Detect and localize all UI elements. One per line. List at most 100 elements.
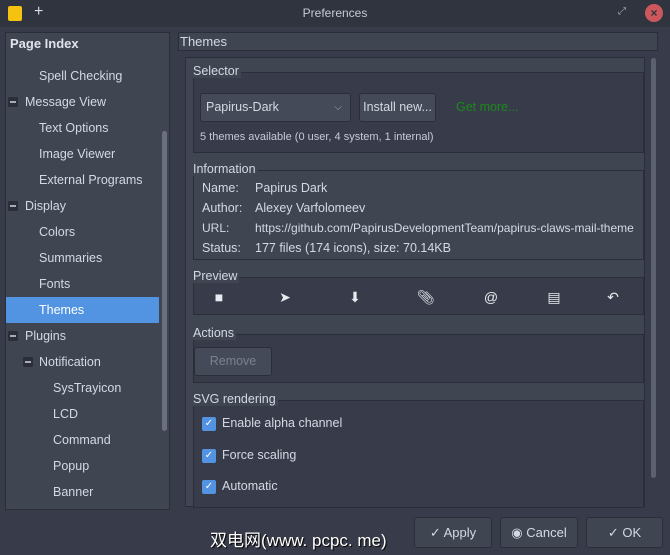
information-frame: Name: Papirus Dark Author: Alexey Varfolom… (193, 170, 644, 260)
info-value: Papirus Dark (255, 181, 328, 195)
tree-item-fonts[interactable]: Fonts (6, 271, 159, 297)
info-name: Name: Papirus Dark (202, 181, 327, 195)
tree-item-systrayicon[interactable]: SysTrayicon (6, 375, 159, 401)
folder-icon: ■ (214, 289, 224, 305)
page-title: Themes (178, 32, 658, 51)
theme-dropdown[interactable]: Papirus-Dark ⌵ (200, 93, 351, 122)
information-label: Information (193, 162, 258, 176)
svg-rendering-label: SVG rendering (193, 392, 278, 406)
collapse-icon[interactable] (8, 201, 18, 211)
tree-item-label: Plugins (25, 329, 66, 343)
tree-item-label: Banner (53, 485, 94, 499)
actions-frame: Remove (193, 334, 644, 383)
info-key: Name: (202, 181, 239, 195)
collapse-icon[interactable] (8, 97, 18, 107)
tree-item-summaries[interactable]: Summaries (6, 245, 159, 271)
tree-item-label: Message View (25, 95, 107, 109)
tree-item-label: Summaries (39, 251, 103, 265)
actions-label: Actions (193, 326, 236, 340)
page-index-heading: Page Index (10, 36, 79, 51)
page-index-tree[interactable]: Page Index Spell Checking Message View Tex… (5, 32, 170, 525)
collapse-icon[interactable] (23, 357, 33, 367)
info-key: URL: (202, 221, 230, 235)
tree-item-image-viewer[interactable]: Image Viewer (6, 141, 159, 167)
tree-item-label: Notification (39, 355, 101, 369)
tree-item-external-programs[interactable]: External Programs (6, 167, 159, 193)
tree-item-label: SysTrayicon (53, 381, 122, 395)
tree-item-spell-checking[interactable]: Spell Checking (6, 63, 159, 89)
info-value: 177 files (174 icons), size: 70.14KB (255, 241, 451, 255)
check-icon: ✓ (429, 525, 444, 540)
info-key: Status: (202, 241, 241, 255)
inbox-download-icon: ⬇ (349, 289, 361, 305)
chevron-down-icon: ⌵ (334, 102, 342, 113)
tree-item-plugins[interactable]: Plugins (6, 323, 159, 349)
svg-rendering-frame: ✓ Enable alpha channel ✓ Force scaling ✓… (193, 400, 644, 508)
cancel-label: Cancel (526, 525, 567, 540)
cancel-button[interactable]: ◉ Cancel (500, 517, 578, 548)
tree-item-themes[interactable]: Themes (6, 297, 159, 323)
force-scaling-label[interactable]: Force scaling (222, 448, 296, 462)
maximize-icon[interactable]: ⤢ (618, 6, 626, 17)
watermark: 双电网(www. pcpc. me) (210, 531, 387, 550)
tree-item-label: External Programs (39, 173, 143, 187)
automatic-label[interactable]: Automatic (222, 479, 278, 493)
sidebar-scrollbar[interactable] (162, 131, 167, 431)
info-value: https://github.com/PapirusDevelopmentTea… (255, 221, 634, 235)
tree-item-label: Fonts (39, 277, 71, 291)
info-status: Status: 177 files (174 icons), size: 70.1… (202, 241, 451, 255)
enable-alpha-checkbox[interactable]: ✓ (202, 417, 216, 431)
ok-button[interactable]: ✓ OK (586, 517, 663, 548)
tree-item-text-options[interactable]: Text Options (6, 115, 159, 141)
cancel-icon: ◉ (511, 525, 527, 540)
document-icon: ▤ (547, 289, 561, 305)
tree-item-banner[interactable]: Banner (6, 479, 159, 505)
attachment-icon: 📎︎ (417, 289, 435, 305)
tree-item-lcd[interactable]: LCD (6, 401, 159, 427)
apply-button[interactable]: ✓ Apply (414, 517, 492, 548)
window-title: Preferences (302, 6, 368, 20)
tree-item-label: Text Options (39, 121, 109, 135)
reply-icon: ↶ (607, 289, 619, 305)
info-value: Alexey Varfolomeev (255, 201, 366, 215)
tree-item-display[interactable]: Display (6, 193, 159, 219)
send-icon: ➤ (279, 289, 291, 305)
dialog-button-bar: 双电网(www. pcpc. me) ✓ Apply ◉ Cancel ✓ OK (0, 510, 670, 555)
install-new-button[interactable]: Install new... (359, 93, 436, 122)
themes-panel: Papirus-Dark ⌵ Install new... Get more..… (185, 57, 645, 508)
preview-label: Preview (193, 269, 240, 283)
tree-item-label: Image Viewer (39, 147, 116, 161)
tree-item-popup[interactable]: Popup (6, 453, 159, 479)
collapse-icon[interactable] (8, 331, 18, 341)
themes-count: 5 themes available (0 user, 4 system, 1 … (200, 131, 434, 143)
selector-frame: Papirus-Dark ⌵ Install new... Get more..… (193, 72, 644, 153)
tree-item-message-view[interactable]: Message View (6, 89, 159, 115)
title-bar: + Preferences ⤢ × (0, 0, 670, 27)
tree-item-notification[interactable]: Notification (6, 349, 159, 375)
close-icon[interactable]: × (645, 4, 663, 22)
check-icon: ✓ (607, 525, 623, 540)
tree-item-label: LCD (53, 407, 79, 421)
tree-item-colors[interactable]: Colors (6, 219, 159, 245)
force-scaling-checkbox[interactable]: ✓ (202, 449, 216, 463)
tree-item-label: Spell Checking (39, 69, 123, 83)
get-more-link[interactable]: Get more... (456, 100, 519, 114)
info-key: Author: (202, 201, 243, 215)
theme-dropdown-value: Papirus-Dark (206, 100, 279, 114)
tree-item-command[interactable]: Command (6, 427, 159, 453)
tree-item-label: Colors (39, 225, 76, 239)
apply-label: Apply (443, 525, 477, 540)
automatic-checkbox[interactable]: ✓ (202, 480, 216, 494)
tree-item-label: Popup (53, 459, 90, 473)
remove-button[interactable]: Remove (194, 347, 272, 376)
tree-item-label: Display (25, 199, 66, 213)
selector-label: Selector (193, 64, 241, 78)
enable-alpha-label[interactable]: Enable alpha channel (222, 416, 342, 430)
info-url: URL: https://github.com/PapirusDevelopmen… (202, 221, 634, 235)
email-at-icon: @ (483, 289, 499, 305)
preview-frame: ■ ➤ ⬇ 📎︎ @ ▤ ↶ (193, 277, 644, 315)
tree-item-label: Themes (39, 303, 85, 317)
tree-item-label: Command (53, 433, 111, 447)
content-scrollbar[interactable] (651, 58, 656, 478)
info-author: Author: Alexey Varfolomeev (202, 201, 365, 215)
